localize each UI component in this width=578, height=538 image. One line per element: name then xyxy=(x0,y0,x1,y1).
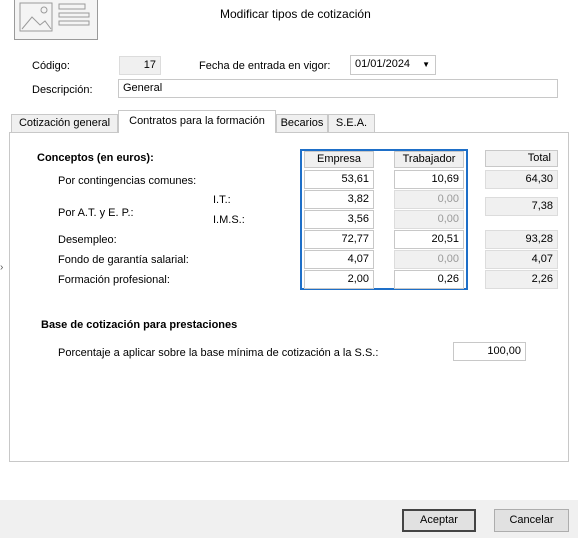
fecha-field[interactable]: 01/01/2024 ▼ xyxy=(350,55,436,75)
dialog-title: Modificar tipos de cotización xyxy=(220,7,371,21)
side-chevron-icon: › xyxy=(0,262,4,273)
it-label: I.T.: xyxy=(213,194,231,206)
formacion-trabajador-field[interactable]: 0,26 xyxy=(394,270,464,289)
accept-button[interactable]: Aceptar xyxy=(402,509,476,532)
formacion-total-field: 2,26 xyxy=(485,270,558,289)
at-ep-total-field: 7,38 xyxy=(485,197,558,216)
desempleo-empresa-field[interactable]: 72,77 xyxy=(304,230,374,249)
desempleo-label: Desempleo: xyxy=(58,234,117,246)
base-title: Base de cotización para prestaciones xyxy=(41,319,238,331)
codigo-field[interactable]: 17 xyxy=(119,56,161,75)
tab-sea[interactable]: S.E.A. xyxy=(328,114,375,132)
tab-contratos-formacion[interactable]: Contratos para la formación xyxy=(118,110,276,133)
fogasa-total-field: 4,07 xyxy=(485,250,558,269)
fogasa-empresa-field[interactable]: 4,07 xyxy=(304,250,374,269)
cancel-button[interactable]: Cancelar xyxy=(494,509,569,532)
document-image-icon xyxy=(14,0,98,40)
empresa-header: Empresa xyxy=(304,151,374,168)
contingencias-empresa-field[interactable]: 53,61 xyxy=(304,170,374,189)
contingencias-total-field: 64,30 xyxy=(485,170,558,189)
contingencias-label: Por contingencias comunes: xyxy=(58,175,197,187)
it-trabajador-field: 0,00 xyxy=(394,190,464,209)
descripcion-field[interactable]: General xyxy=(118,79,558,98)
footer-bar xyxy=(0,500,578,538)
ims-trabajador-field: 0,00 xyxy=(394,210,464,229)
it-empresa-field[interactable]: 3,82 xyxy=(304,190,374,209)
desempleo-total-field: 93,28 xyxy=(485,230,558,249)
fogasa-label: Fondo de garantía salarial: xyxy=(58,254,189,266)
fecha-value: 01/01/2024 xyxy=(355,58,411,70)
desempleo-trabajador-field[interactable]: 20,51 xyxy=(394,230,464,249)
porcentaje-field[interactable]: 100,00 xyxy=(453,342,526,361)
chevron-down-icon[interactable]: ▼ xyxy=(422,56,430,73)
at-ep-label: Por A.T. y E. P.: xyxy=(58,207,134,219)
tab-becarios[interactable]: Becarios xyxy=(276,114,328,132)
tab-cotizacion-general[interactable]: Cotización general xyxy=(11,114,118,132)
porcentaje-label: Porcentaje a aplicar sobre la base mínim… xyxy=(58,347,379,359)
codigo-label: Código: xyxy=(32,60,70,72)
contingencias-trabajador-field[interactable]: 10,69 xyxy=(394,170,464,189)
ims-label: I.M.S.: xyxy=(213,214,245,226)
formacion-empresa-field[interactable]: 2,00 xyxy=(304,270,374,289)
trabajador-header: Trabajador xyxy=(394,151,464,168)
conceptos-title: Conceptos (en euros): xyxy=(37,152,154,164)
ims-empresa-field[interactable]: 3,56 xyxy=(304,210,374,229)
fogasa-trabajador-field: 0,00 xyxy=(394,250,464,269)
descripcion-label: Descripción: xyxy=(32,84,93,96)
fecha-label: Fecha de entrada en vigor: xyxy=(199,60,331,72)
total-header: Total xyxy=(485,150,558,167)
formacion-label: Formación profesional: xyxy=(58,274,170,286)
